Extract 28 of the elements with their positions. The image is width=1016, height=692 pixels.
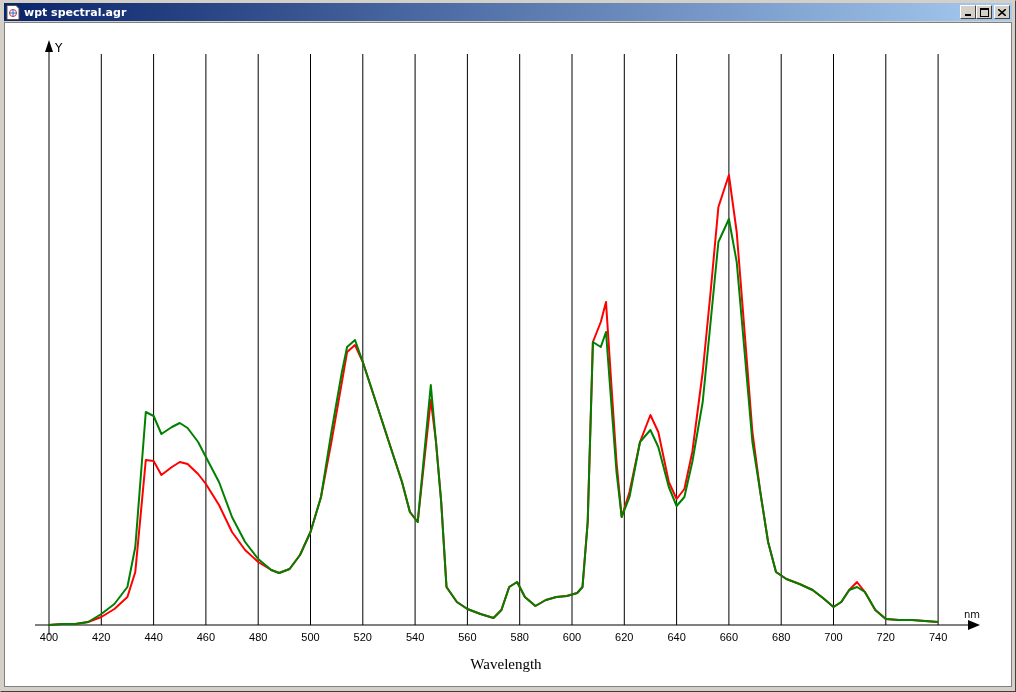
tick-label: 520: [353, 631, 372, 643]
tick-label: 440: [144, 631, 163, 643]
tick-label: 480: [249, 631, 268, 643]
close-button[interactable]: [994, 5, 1010, 19]
tick-label: 620: [615, 631, 634, 643]
tick-label: 500: [301, 631, 320, 643]
tick-label: 560: [458, 631, 477, 643]
maximize-icon: [979, 7, 989, 17]
axis-label: Y: [55, 41, 63, 55]
minimize-button[interactable]: [960, 5, 976, 19]
close-icon: [998, 8, 1006, 16]
unit-label: nm: [964, 609, 981, 620]
tick-label: 720: [876, 631, 895, 643]
axis-title: Wavelength: [470, 656, 542, 672]
tick-label: 420: [92, 631, 111, 643]
document-icon: [6, 4, 20, 20]
tick-label: 640: [667, 631, 686, 643]
tick-label: 400: [39, 631, 59, 643]
window-title: wpt spectral.agr: [24, 5, 128, 19]
tick-label: 660: [719, 631, 739, 643]
tick-label: 600: [562, 631, 582, 643]
maximize-button[interactable]: [976, 5, 992, 19]
tick-label: 580: [510, 631, 529, 643]
tick-label: 740: [928, 631, 948, 643]
tick-label: 460: [196, 631, 216, 643]
tick-label: 680: [772, 631, 791, 643]
tick-label: 540: [405, 631, 425, 643]
tick-label: 700: [824, 631, 843, 643]
